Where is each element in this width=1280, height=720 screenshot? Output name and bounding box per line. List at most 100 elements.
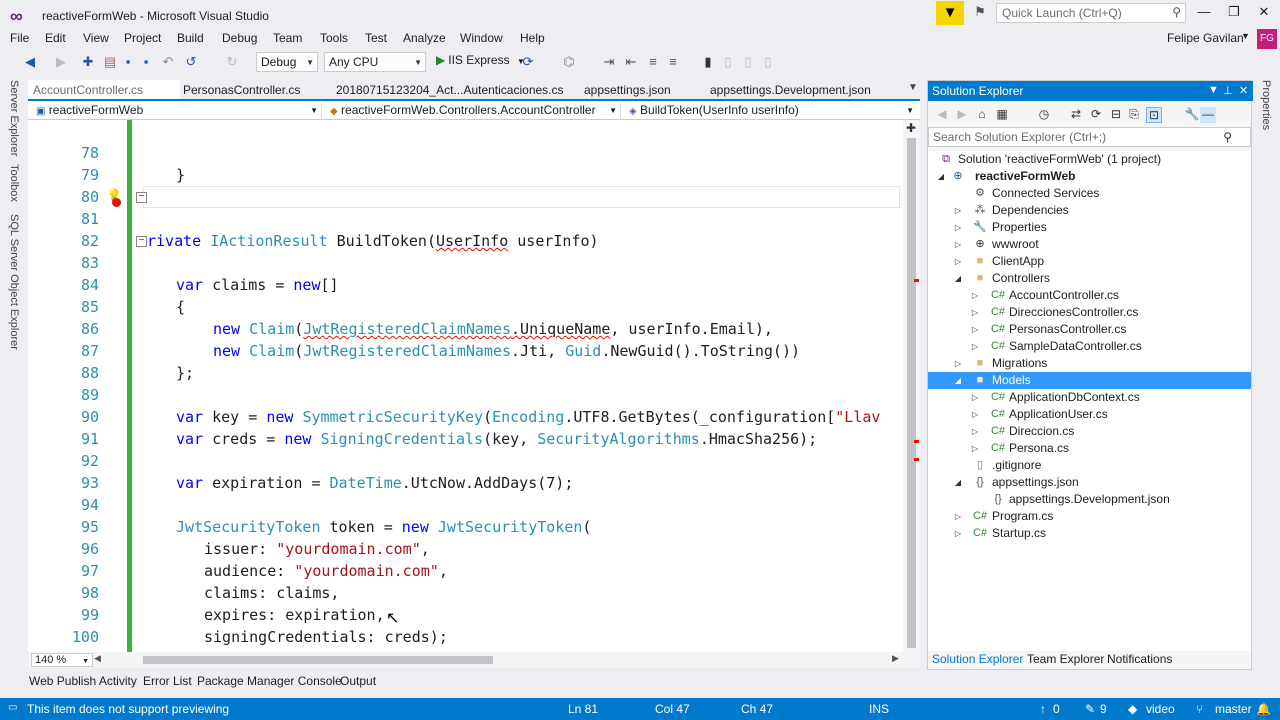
tree-item-controllers[interactable]: ◢ ■ Controllers bbox=[928, 270, 1251, 287]
menu-debug[interactable]: Debug bbox=[222, 31, 257, 45]
platform-dropdown[interactable]: Any CPU ▼ bbox=[324, 52, 426, 72]
tree-item-project[interactable]: ◢ ⊕ reactiveFormWeb bbox=[928, 168, 1251, 185]
tree-item-connected-services[interactable]: ⚙ Connected Services bbox=[928, 185, 1251, 202]
tree-item-program[interactable]: ▷ C# Program.cs bbox=[928, 508, 1251, 525]
tree-item-accountcontroller[interactable]: ▷ C# AccountController.cs bbox=[928, 287, 1251, 304]
sync-icon[interactable]: ⇄ bbox=[1068, 107, 1084, 123]
branch-name[interactable]: master bbox=[1215, 702, 1252, 716]
arrow-up-icon[interactable]: ↑ bbox=[1040, 702, 1046, 716]
collapsed-arrow-icon[interactable]: ▷ bbox=[970, 406, 980, 423]
tab-package-manager-console[interactable]: Package Manager Console bbox=[197, 674, 342, 688]
unpushed-commits-count[interactable]: 0 bbox=[1053, 702, 1060, 716]
tab-web-publish-activity[interactable]: Web Publish Activity bbox=[29, 674, 137, 688]
tree-item-appsettings-development[interactable]: {} appsettings.Development.json bbox=[928, 491, 1251, 508]
scrollbar-thumb[interactable] bbox=[143, 656, 493, 664]
tree-item-gitignore[interactable]: ▯ .gitignore bbox=[928, 457, 1251, 474]
undo-icon[interactable]: ↶ bbox=[160, 54, 176, 70]
collapsed-arrow-icon[interactable]: ▷ bbox=[953, 355, 963, 372]
tree-item-personascontroller[interactable]: ▷ C# PersonasController.cs bbox=[928, 321, 1251, 338]
tab-appsettings-development[interactable]: appsettings.Development.json bbox=[705, 80, 876, 99]
notification-bell-icon[interactable]: 🔔 bbox=[1256, 702, 1271, 716]
collapsed-arrow-icon[interactable]: ▷ bbox=[970, 440, 980, 457]
tree-item-migrations[interactable]: ▷ ■ Migrations bbox=[928, 355, 1251, 372]
collapsed-arrow-icon[interactable]: ▷ bbox=[970, 423, 980, 440]
menu-test[interactable]: Test bbox=[365, 31, 387, 45]
project-dropdown[interactable]: ▣ reactiveFormWeb ▼ bbox=[32, 102, 322, 120]
switch-views-icon[interactable]: ▦ bbox=[994, 107, 1010, 123]
tree-item-applicationdbcontext[interactable]: ▷ C# ApplicationDbContext.cs bbox=[928, 389, 1251, 406]
tree-item-properties[interactable]: ▷ 🔧 Properties bbox=[928, 219, 1251, 236]
menu-tools[interactable]: Tools bbox=[320, 31, 348, 45]
error-marker[interactable] bbox=[914, 458, 919, 461]
navigate-forward-icon[interactable]: ▶ bbox=[53, 54, 69, 70]
notifications-icon[interactable]: ⚑ bbox=[970, 4, 990, 22]
configuration-dropdown[interactable]: Debug ▼ bbox=[256, 52, 318, 72]
refresh-icon[interactable]: ⟳ bbox=[1088, 107, 1104, 123]
tab-error-list[interactable]: Error List bbox=[143, 674, 192, 688]
user-name[interactable]: Felipe Gavilan bbox=[1167, 31, 1244, 45]
avatar[interactable]: FG bbox=[1257, 29, 1277, 49]
collapse-all-icon[interactable]: ⊟ bbox=[1108, 107, 1124, 123]
scrollbar-thumb[interactable] bbox=[907, 138, 916, 648]
tree-item-direccion[interactable]: ▷ C# Direccion.cs bbox=[928, 423, 1251, 440]
tab-output[interactable]: Output bbox=[340, 674, 376, 688]
show-all-files-icon[interactable]: ⎘ bbox=[1126, 107, 1142, 123]
tab-team-explorer[interactable]: Team Explorer bbox=[1027, 652, 1104, 666]
expanded-arrow-icon[interactable]: ◢ bbox=[936, 168, 946, 185]
close-button[interactable]: ✕ bbox=[1251, 4, 1277, 22]
step-over-icon[interactable]: ⇤ bbox=[623, 54, 639, 70]
tab-overflow-icon[interactable]: ▼ bbox=[908, 82, 918, 93]
collapsed-arrow-icon[interactable]: ▷ bbox=[953, 219, 963, 236]
collapsed-arrow-icon[interactable]: ▷ bbox=[970, 389, 980, 406]
close-icon[interactable]: ✕ bbox=[1239, 84, 1248, 97]
tab-solution-explorer[interactable]: Solution Explorer bbox=[932, 652, 1023, 666]
maximize-button[interactable]: ❐ bbox=[1221, 4, 1247, 22]
collapsed-arrow-icon[interactable]: ▷ bbox=[953, 525, 963, 542]
next-bookmark-icon[interactable]: ▯ bbox=[740, 54, 756, 70]
clear-bookmarks-icon[interactable]: ▯ bbox=[760, 54, 776, 70]
quick-launch-input[interactable]: Quick Launch (Ctrl+Q) ⚲ bbox=[996, 3, 1186, 23]
tree-item-appsettings[interactable]: ◢ {} appsettings.json bbox=[928, 474, 1251, 491]
collapsed-arrow-icon[interactable]: ▷ bbox=[953, 202, 963, 219]
pin-icon[interactable]: ⊥ bbox=[1223, 84, 1233, 97]
branch-icon[interactable]: ⑂ bbox=[1196, 702, 1203, 716]
refresh-icon[interactable]: ⟳ bbox=[520, 54, 536, 70]
preview-selected-icon[interactable]: ⊡ bbox=[1146, 107, 1162, 123]
tree-item-clientapp[interactable]: ▷ ■ ClientApp bbox=[928, 253, 1251, 270]
menu-view[interactable]: View bbox=[83, 31, 109, 45]
scroll-left-icon[interactable]: ◀ bbox=[94, 653, 101, 664]
menu-project[interactable]: Project bbox=[124, 31, 161, 45]
home-icon[interactable]: ⌂ bbox=[974, 107, 990, 123]
minimize-button[interactable]: — bbox=[1191, 4, 1217, 22]
tab-migration[interactable]: 20180715123204_Act...Autenticaciones.cs bbox=[331, 80, 569, 99]
collapsed-arrow-icon[interactable]: ▷ bbox=[970, 321, 980, 338]
scroll-right-icon[interactable]: ▶ bbox=[892, 653, 899, 664]
redo-icon[interactable]: ↻ bbox=[224, 54, 240, 70]
tree-item-sampledatacontroller[interactable]: ▷ C# SampleDataController.cs bbox=[928, 338, 1251, 355]
collapsed-arrow-icon[interactable]: ▷ bbox=[970, 287, 980, 304]
zoom-dropdown[interactable]: 140 % ▼ bbox=[31, 653, 93, 667]
properties-tab[interactable]: Properties bbox=[1260, 80, 1272, 130]
back-icon[interactable]: ◀ bbox=[934, 107, 950, 123]
save-all-icon[interactable]: ▪ bbox=[138, 54, 154, 70]
expanded-arrow-icon[interactable]: ◢ bbox=[953, 372, 963, 389]
tab-appsettings[interactable]: appsettings.json bbox=[579, 80, 676, 99]
pencil-icon[interactable]: ✎ bbox=[1085, 702, 1095, 716]
forward-icon[interactable]: ▶ bbox=[954, 107, 970, 123]
collapsed-arrow-icon[interactable]: ▷ bbox=[953, 253, 963, 270]
expanded-arrow-icon[interactable]: ◢ bbox=[953, 474, 963, 491]
properties-wrench-icon[interactable]: 🔧 bbox=[1184, 107, 1200, 123]
minus-icon[interactable]: — bbox=[1200, 107, 1216, 123]
member-dropdown[interactable]: ◈ BuildToken(UserInfo userInfo) ▼ bbox=[625, 102, 917, 120]
open-file-icon[interactable]: ▤ bbox=[102, 54, 118, 70]
type-dropdown[interactable]: ◆ reactiveFormWeb.Controllers.AccountCon… bbox=[326, 102, 621, 120]
menu-team[interactable]: Team bbox=[273, 31, 302, 45]
feedback-filter-icon[interactable]: ▼ bbox=[936, 1, 964, 25]
new-project-icon[interactable]: ✚ bbox=[80, 54, 96, 70]
code-editor[interactable]: 💡 − − 78 } 79 80 81 rivate IActionResult… bbox=[28, 120, 920, 652]
browser-link-icon[interactable]: ⌬ bbox=[561, 54, 577, 70]
error-marker[interactable] bbox=[914, 279, 919, 282]
tree-item-models[interactable]: ◢ ■ Models bbox=[928, 372, 1251, 389]
prev-bookmark-icon[interactable]: ▯ bbox=[720, 54, 736, 70]
collapsed-arrow-icon[interactable]: ▷ bbox=[953, 236, 963, 253]
